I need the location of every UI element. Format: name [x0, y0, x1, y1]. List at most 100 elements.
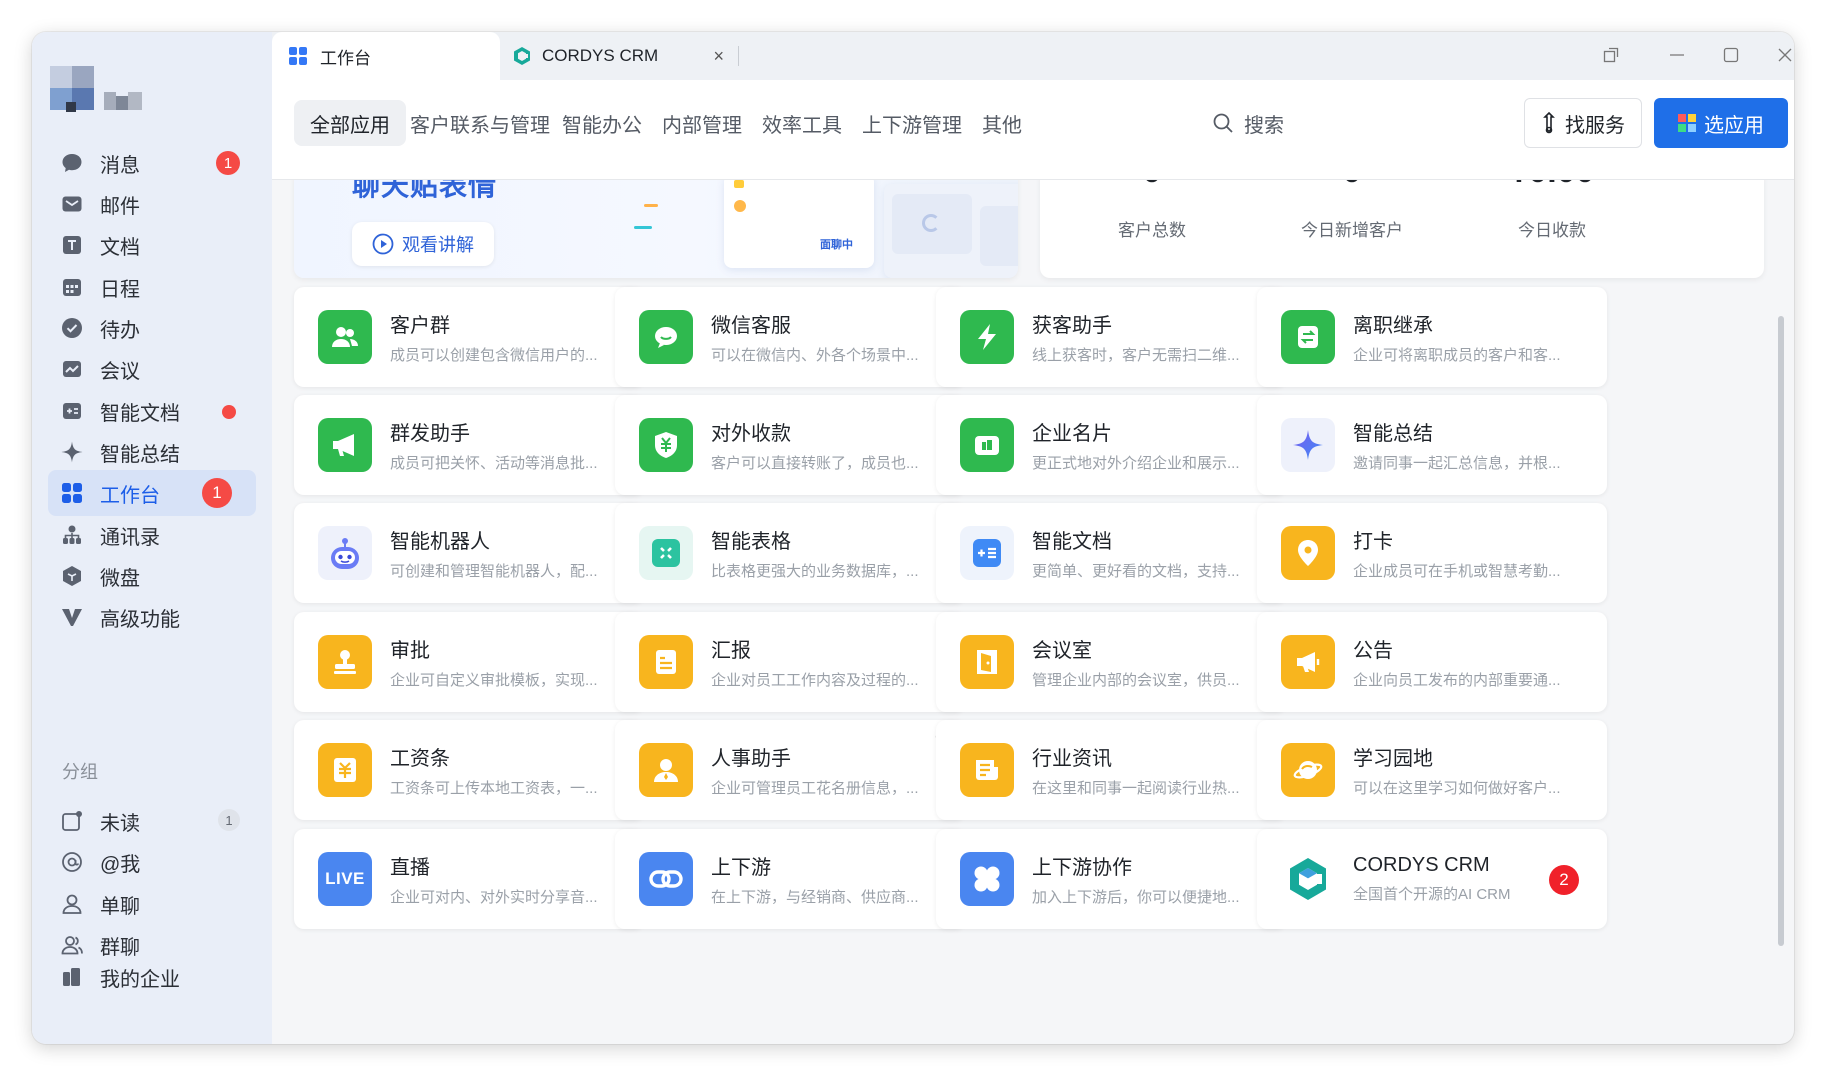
app-card-19[interactable]: 学习园地 可以在这里学习如何做好客户...	[1257, 720, 1607, 820]
mail-icon	[58, 190, 86, 218]
sidebar-group-0[interactable]: 未读 1	[48, 798, 256, 844]
sidebar-group-2[interactable]: 单聊	[48, 881, 256, 927]
app-title: 打卡	[1353, 531, 1393, 553]
sidebar-item-label: 文档	[100, 236, 140, 259]
avatar[interactable]	[50, 66, 94, 112]
app-card-3[interactable]: 离职继承 企业可将离职成员的客户和客...	[1257, 287, 1607, 387]
maximize-icon[interactable]	[1720, 44, 1742, 66]
app-description: 企业可对内、对外实时分享音...	[390, 889, 598, 906]
sidebar-item-label: 日程	[100, 278, 140, 301]
app-title: 企业名片	[1032, 423, 1112, 445]
app-card-14[interactable]: 会议室 管理企业内部的会议室，供员...	[936, 612, 1286, 712]
app-card-text: 离职继承 企业可将离职成员的客户和客...	[1353, 309, 1589, 365]
filter-tab-2[interactable]: 智能办公	[546, 100, 658, 146]
app-card-23[interactable]: CORDYS CRM 全国首个开源的AI CRM 2	[1257, 829, 1607, 929]
app-card-text: 对外收款 客户可以直接转账了，成员也...	[711, 417, 947, 473]
app-card-1[interactable]: 微信客服 可以在微信内、外各个场景中...	[615, 287, 965, 387]
app-card-12[interactable]: 审批 企业可自定义审批模板，实现...	[294, 612, 644, 712]
sidebar-item-11[interactable]: 高级功能	[48, 594, 256, 640]
app-card-4[interactable]: 群发助手 成员可把关怀、活动等消息批...	[294, 395, 644, 495]
sidebar-item-0[interactable]: 消息 1	[48, 140, 256, 186]
sidebar-item-3[interactable]: 日程	[48, 264, 256, 310]
app-card-6[interactable]: 企业名片更正式地对外介绍企业和展示...	[936, 395, 1286, 495]
app-title: 获客助手	[1032, 315, 1112, 337]
sidebar-item-2[interactable]: 文档	[48, 222, 256, 268]
live-icon: LIVE	[318, 852, 372, 906]
app-description: 邀请同事一起汇总信息，并根...	[1353, 455, 1561, 472]
sidebar-item-10[interactable]: 微盘	[48, 553, 256, 599]
calendar-icon	[58, 273, 86, 301]
app-card-16[interactable]: 工资条 工资条可上传本地工资表，一...	[294, 720, 644, 820]
tab-cordys-crm[interactable]: CORDYS CRM ×	[512, 32, 724, 80]
sidebar-item-9[interactable]: 通讯录	[48, 512, 256, 558]
unread-count-badge: 2	[1549, 865, 1579, 895]
filter-tab-4[interactable]: 效率工具	[746, 100, 858, 146]
single-user-icon	[58, 890, 86, 918]
sidebar-item-5[interactable]: 会议	[48, 346, 256, 392]
vertical-scrollbar[interactable]	[1778, 316, 1784, 946]
app-card-7[interactable]: 智能总结 邀请同事一起汇总信息，并根...	[1257, 395, 1607, 495]
sidebar-item-8[interactable]: 工作台 1	[48, 470, 256, 516]
app-description: 比表格更强大的业务数据库，...	[711, 563, 919, 580]
sidebar-item-4[interactable]: 待办	[48, 305, 256, 351]
app-title: 行业资讯	[1032, 748, 1112, 770]
sidebar-group-1[interactable]: @我	[48, 839, 256, 885]
sidebar-item-1[interactable]: 邮件	[48, 181, 256, 227]
sidebar-item-my-enterprise[interactable]: 我的企业	[48, 954, 256, 1000]
org-chart-icon	[58, 521, 86, 549]
app-card-8[interactable]: 智能机器人 可创建和管理智能机器人，配...	[294, 503, 644, 603]
watch-tutorial-button[interactable]: 观看讲解	[352, 222, 494, 266]
choose-app-button[interactable]: 选应用	[1654, 98, 1788, 148]
meeting-room-door-icon	[960, 635, 1014, 689]
app-card-text: 工资条 工资条可上传本地工资表，一...	[390, 742, 626, 798]
close-icon[interactable]: ×	[713, 46, 724, 67]
sidebar-item-label: @我	[100, 853, 141, 876]
app-card-5[interactable]: 对外收款 客户可以直接转账了，成员也...	[615, 395, 965, 495]
app-card-21[interactable]: 上下游 在上下游，与经销商、供应商...	[615, 829, 965, 929]
app-card-22[interactable]: 上下游协作 加入上下游后，你可以便捷地...	[936, 829, 1286, 929]
app-card-9[interactable]: 智能表格比表格更强大的业务数据库，...	[615, 503, 965, 603]
filter-tab-6[interactable]: 其他	[966, 100, 1038, 146]
app-card-2[interactable]: 获客助手 线上获客时，客户无需扫二维...	[936, 287, 1286, 387]
report-icon	[639, 635, 693, 689]
app-card-11[interactable]: 打卡 企业成员可在手机或智慧考勤...	[1257, 503, 1607, 603]
app-card-13[interactable]: 汇报 企业对员工工作内容及过程的...	[615, 612, 965, 712]
sidebar-item-label: 智能文档	[100, 402, 180, 425]
user-profile[interactable]	[50, 66, 142, 112]
smart-doc-icon	[960, 526, 1014, 580]
app-card-text: 会议室 管理企业内部的会议室，供员...	[1032, 634, 1268, 690]
popout-window-icon[interactable]	[1600, 44, 1622, 66]
search-button[interactable]: 搜索	[1212, 100, 1284, 146]
app-card-15[interactable]: 公告 企业向员工发布的内部重要通...	[1257, 612, 1607, 712]
search-icon	[1212, 112, 1234, 134]
banner-mock-chat-window	[724, 180, 874, 268]
app-title: 会议室	[1032, 640, 1092, 662]
app-title: 智能表格	[711, 531, 791, 553]
profile-name-pixelated	[104, 92, 142, 110]
app-card-18[interactable]: 行业资讯 在这里和同事一起阅读行业热...	[936, 720, 1286, 820]
filter-tab-0[interactable]: 全部应用	[294, 100, 406, 146]
tab-workbench[interactable]: 工作台	[272, 32, 500, 80]
sidebar-item-6[interactable]: 智能文档	[48, 388, 256, 434]
promo-banner[interactable]: 聊天贴表情 观看讲解 面聊中	[294, 180, 1018, 278]
robot-icon	[318, 526, 372, 580]
sidebar-item-7[interactable]: 智能总结	[48, 429, 256, 475]
app-card-17[interactable]: 人事助手企业可管理员工花名册信息，...···	[615, 720, 965, 820]
filter-tab-5[interactable]: 上下游管理	[846, 100, 978, 146]
app-description: 更正式地对外介绍企业和展示...	[1032, 455, 1240, 472]
filter-tab-3[interactable]: 内部管理	[646, 100, 758, 146]
find-service-button[interactable]: 找服务	[1524, 98, 1642, 148]
window-close-icon[interactable]	[1774, 44, 1794, 66]
unread-count-badge: 1	[216, 151, 240, 175]
cordys-logo-icon	[512, 46, 532, 66]
app-card-0[interactable]: 客户群 成员可以创建包含微信用户的...	[294, 287, 644, 387]
sidebar-item-label: 未读	[100, 812, 140, 835]
app-card-10[interactable]: 智能文档 更简单、更好看的文档，支持...	[936, 503, 1286, 603]
stat-label: 客户总数	[1118, 221, 1186, 240]
sidebar-item-label: 我的企业	[100, 968, 180, 991]
sidebar-item-label: 高级功能	[100, 608, 180, 631]
sidebar-scroll-edge	[32, 1000, 272, 1008]
minimize-icon[interactable]	[1666, 44, 1688, 66]
app-card-20[interactable]: LIVE 直播 企业可对内、对外实时分享音...	[294, 829, 644, 929]
filter-tab-1[interactable]: 客户联系与管理	[394, 100, 566, 146]
